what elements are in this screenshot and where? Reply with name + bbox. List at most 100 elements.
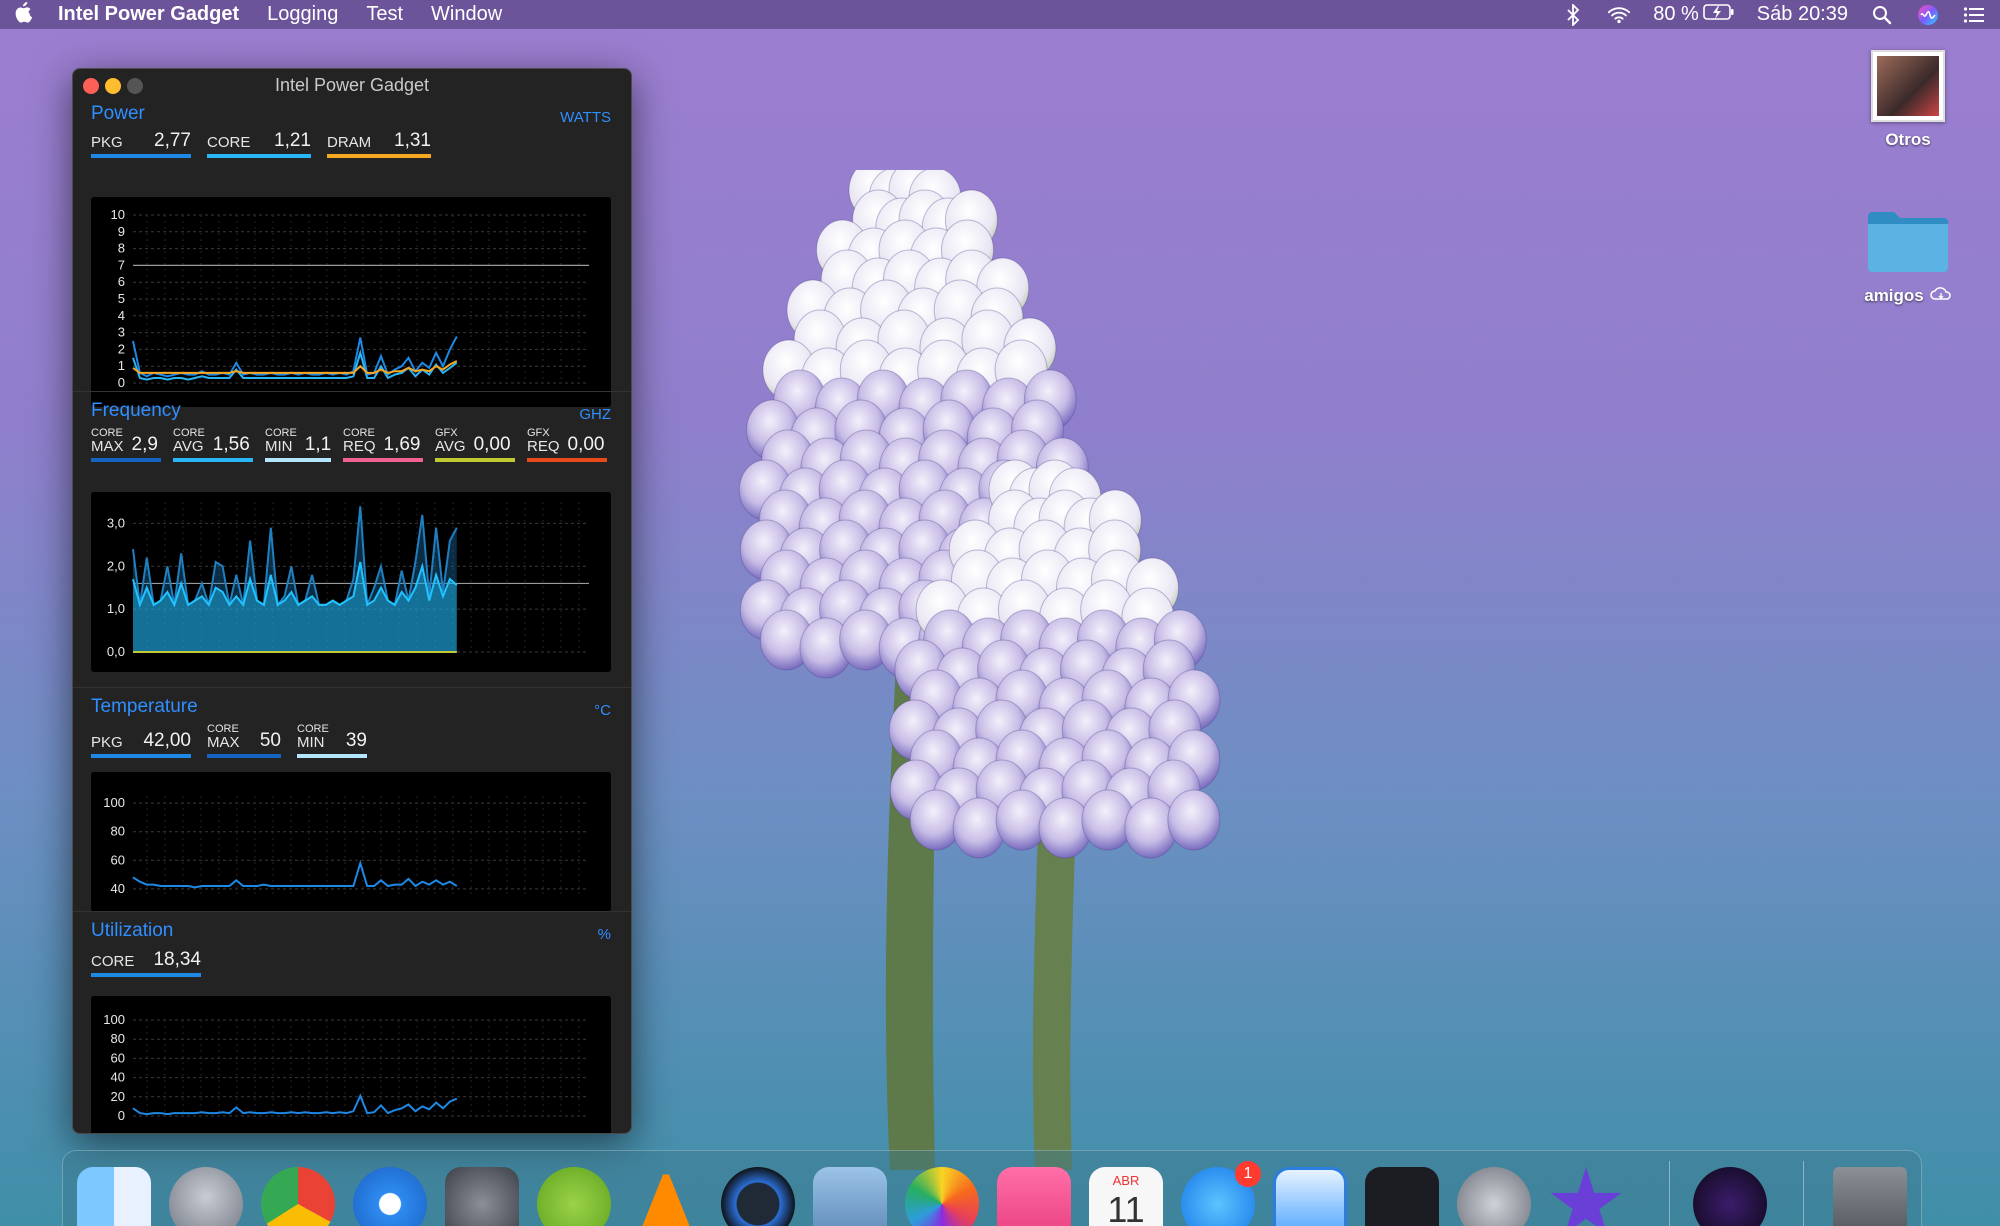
menu-bar: Intel Power Gadget Logging Test Window 8… bbox=[0, 0, 2000, 29]
y-tick-label: 40 bbox=[111, 881, 125, 896]
y-tick-label: 0 bbox=[118, 1108, 125, 1123]
y-tick-label: 40 bbox=[111, 1070, 125, 1085]
desktop-item-amigos[interactable]: amigos bbox=[1838, 208, 1978, 306]
y-tick-label: 2,0 bbox=[107, 558, 125, 573]
dock-separator bbox=[1803, 1161, 1804, 1226]
utilization-graph: 100 80 60 40 20 0 bbox=[91, 996, 611, 1133]
zoom-window-button[interactable] bbox=[127, 78, 143, 94]
battery-percent: 80 % bbox=[1653, 3, 1699, 25]
y-tick-label: 60 bbox=[111, 852, 125, 867]
y-tick-label: 7 bbox=[118, 257, 125, 272]
purple-app-icon[interactable] bbox=[1693, 1167, 1767, 1226]
desktop-item-label: Otros bbox=[1885, 130, 1931, 149]
desktop-item-label: amigos bbox=[1864, 286, 1924, 305]
utilization-unit[interactable]: % bbox=[598, 926, 611, 943]
apple-menu-icon[interactable] bbox=[0, 1, 44, 29]
metric-core-power: CORE 1,21 bbox=[207, 131, 311, 158]
dock-separator bbox=[1669, 1161, 1670, 1226]
temperature-graph: 100 80 60 40 bbox=[91, 772, 611, 912]
notification-center-icon[interactable] bbox=[1962, 3, 1986, 27]
frequency-metrics: CORE MAX 2,9 CORE AVG 1,56 CORE MIN 1,1 COR… bbox=[91, 428, 607, 462]
y-tick-label: 5 bbox=[118, 291, 125, 306]
dock: ABR 11 1 bbox=[62, 1150, 1922, 1226]
folder-icon bbox=[1866, 208, 1950, 274]
frequency-section: Frequency GHZ CORE MAX 2,9 CORE AVG 1,56 C… bbox=[73, 391, 631, 687]
launchpad-icon[interactable] bbox=[169, 1167, 243, 1226]
y-tick-label: 0 bbox=[118, 375, 125, 390]
frequency-title: Frequency bbox=[91, 400, 181, 421]
menu-test[interactable]: Test bbox=[352, 3, 417, 26]
metric-pkg-power: PKG 2,77 bbox=[91, 131, 191, 158]
trash-icon[interactable] bbox=[1833, 1167, 1907, 1226]
finder-icon[interactable] bbox=[77, 1167, 151, 1226]
metric-gfx-avg-freq: GFX AVG 0,00 bbox=[435, 428, 515, 462]
system-preferences-icon[interactable] bbox=[445, 1167, 519, 1226]
siri-icon[interactable] bbox=[1916, 3, 1940, 27]
temperature-title: Temperature bbox=[91, 696, 198, 717]
vlc-icon[interactable] bbox=[636, 1167, 696, 1226]
y-tick-label: 8 bbox=[118, 241, 125, 256]
desktop-item-otros[interactable]: Otros bbox=[1838, 50, 1978, 150]
chrome-icon[interactable] bbox=[261, 1167, 335, 1226]
utilization-section: Utilization % CORE 18,34 100 80 60 40 20 0 bbox=[73, 911, 631, 1133]
safari-icon[interactable] bbox=[353, 1167, 427, 1226]
green-app-icon[interactable] bbox=[537, 1167, 611, 1226]
y-tick-label: 60 bbox=[111, 1050, 125, 1065]
y-tick-label: 4 bbox=[118, 308, 125, 323]
power-unit[interactable]: WATTS bbox=[560, 109, 611, 126]
imovie-icon[interactable] bbox=[1550, 1167, 1622, 1226]
calendar-month: ABR bbox=[1112, 1173, 1140, 1188]
temperature-metrics: PKG 42,00 CORE MAX 50 CORE MIN 39 bbox=[91, 724, 367, 758]
battery-charging-icon[interactable] bbox=[1702, 3, 1735, 27]
photos-icon[interactable] bbox=[905, 1167, 979, 1226]
calendar-day: 11 bbox=[1107, 1189, 1145, 1226]
close-window-button[interactable] bbox=[83, 78, 99, 94]
metric-pkg-temp: PKG 42,00 bbox=[91, 731, 191, 758]
frequency-graph: 3,0 2,0 1,0 0,0 bbox=[91, 492, 611, 672]
y-tick-label: 80 bbox=[111, 1031, 125, 1046]
y-tick-label: 100 bbox=[103, 1012, 125, 1027]
y-tick-label: 9 bbox=[118, 224, 125, 239]
y-tick-label: 3,0 bbox=[107, 515, 125, 530]
power-section: Power WATTS PKG 2,77 CORE 1,21 DRAM 1,31… bbox=[73, 101, 631, 407]
y-tick-label: 100 bbox=[103, 795, 125, 810]
metric-dram-power: DRAM 1,31 bbox=[327, 131, 431, 158]
metric-core-min-freq: CORE MIN 1,1 bbox=[265, 428, 331, 462]
frequency-unit[interactable]: GHZ bbox=[579, 406, 611, 423]
power-graph: 10 9 8 7 6 5 4 3 2 1 0 bbox=[91, 197, 611, 407]
window-titlebar[interactable]: Intel Power Gadget bbox=[73, 69, 631, 101]
wifi-icon[interactable] bbox=[1607, 3, 1631, 27]
temperature-section: Temperature °C PKG 42,00 CORE MAX 50 CORE… bbox=[73, 687, 631, 912]
quicktime-icon[interactable] bbox=[721, 1167, 795, 1226]
y-tick-label: 10 bbox=[111, 207, 125, 222]
wallpaper-flower bbox=[738, 170, 1221, 1170]
series-line bbox=[132, 336, 458, 378]
menubar-clock[interactable]: Sáb 20:39 bbox=[1757, 3, 1848, 26]
metric-core-max-temp: CORE MAX 50 bbox=[207, 724, 281, 758]
menu-logging[interactable]: Logging bbox=[253, 3, 352, 26]
spotlight-search-icon[interactable] bbox=[1870, 3, 1894, 27]
app-store-icon[interactable]: 1 bbox=[1181, 1161, 1261, 1226]
app-menu[interactable]: Intel Power Gadget bbox=[44, 3, 253, 26]
movie-app-icon[interactable] bbox=[1457, 1167, 1531, 1226]
intel-power-gadget-dock-icon[interactable] bbox=[1273, 1167, 1347, 1226]
metric-core-avg-freq: CORE AVG 1,56 bbox=[173, 428, 253, 462]
metric-gfx-req-freq: GFX REQ 0,00 bbox=[527, 428, 607, 462]
y-tick-label: 20 bbox=[111, 1089, 125, 1104]
y-tick-label: 1 bbox=[118, 358, 125, 373]
series-line bbox=[132, 1093, 458, 1116]
minimize-window-button[interactable] bbox=[105, 78, 121, 94]
y-tick-label: 3 bbox=[118, 325, 125, 340]
metric-core-req-freq: CORE REQ 1,69 bbox=[343, 428, 423, 462]
menu-window[interactable]: Window bbox=[417, 3, 516, 26]
app-store-badge: 1 bbox=[1235, 1161, 1261, 1187]
filmora-icon[interactable] bbox=[1365, 1167, 1439, 1226]
bluetooth-icon[interactable] bbox=[1561, 3, 1585, 27]
metric-core-min-temp: CORE MIN 39 bbox=[297, 724, 367, 758]
temperature-unit[interactable]: °C bbox=[594, 702, 611, 719]
power-title: Power bbox=[91, 103, 145, 124]
intel-power-gadget-window: Intel Power Gadget Power WATTS PKG 2,77 … bbox=[72, 68, 632, 1134]
calendar-icon[interactable]: ABR 11 bbox=[1089, 1167, 1163, 1226]
pink-app-icon[interactable] bbox=[997, 1167, 1071, 1226]
mail-icon[interactable] bbox=[813, 1167, 887, 1226]
